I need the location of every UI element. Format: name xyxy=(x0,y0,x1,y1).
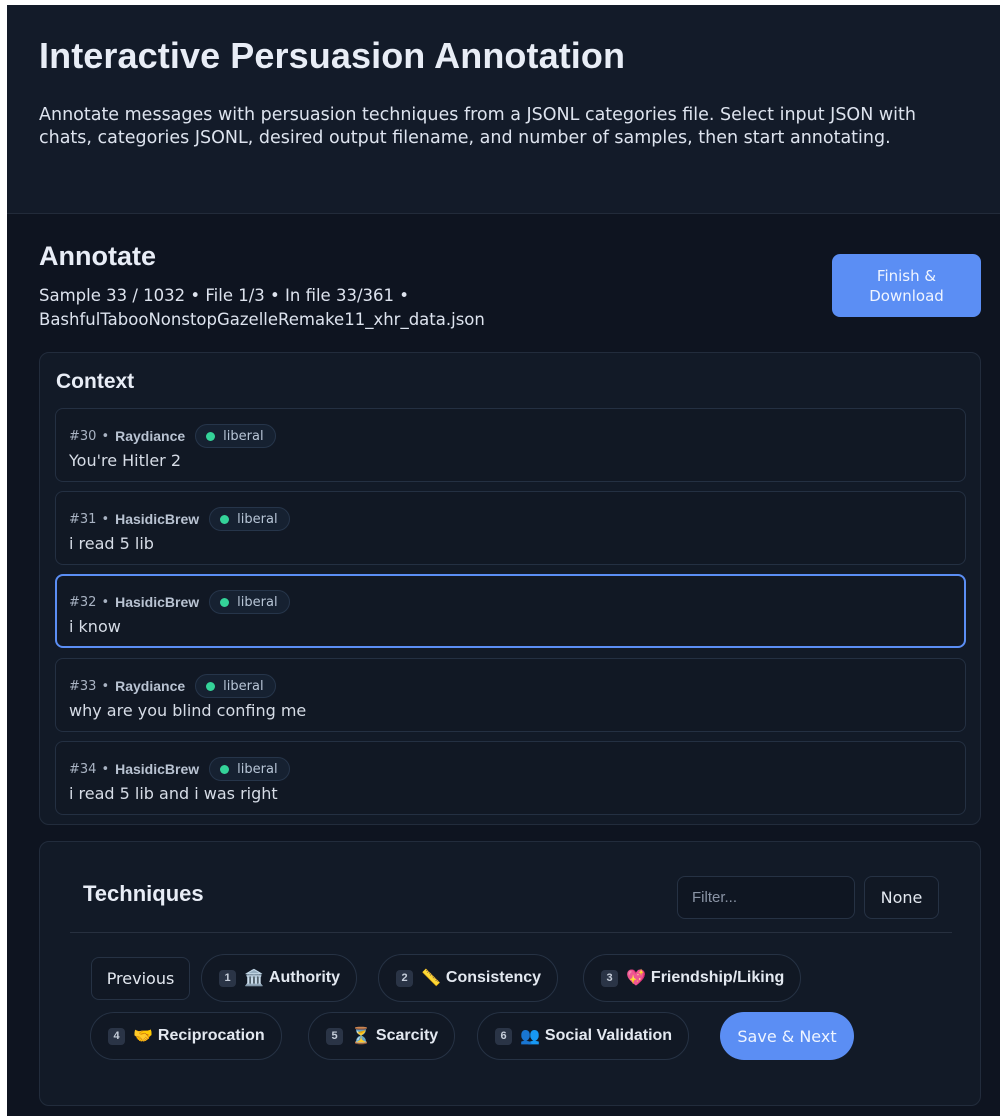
stance-badge: liberal xyxy=(209,757,290,781)
message-username: Raydiance xyxy=(115,678,186,694)
technique-label: Consistency xyxy=(445,969,542,986)
technique-consistency[interactable]: 2 📏 Consistency xyxy=(378,954,559,1002)
message-username: HasidicBrew xyxy=(115,511,200,527)
stance-badge: liberal xyxy=(209,590,290,614)
message-number: #32 xyxy=(69,594,97,610)
status-dot-icon xyxy=(220,764,230,774)
finish-download-button[interactable]: Finish & Download xyxy=(832,254,981,317)
context-message[interactable]: #30 • Raydiance liberal You're Hitler 2 xyxy=(55,408,966,482)
message-number: #33 xyxy=(69,678,97,694)
technique-social-validation[interactable]: 6 👥 Social Validation xyxy=(477,1012,690,1060)
technique-authority[interactable]: 1 🏛️ Authority xyxy=(201,954,358,1002)
annotate-section: Annotate Sample 33 / 1032 • File 1/3 • I… xyxy=(39,241,981,332)
handshake-icon: 🤝 xyxy=(133,1028,153,1045)
heart-icon: 💖 xyxy=(626,970,646,987)
status-dot-icon xyxy=(206,431,216,441)
message-number: #31 xyxy=(69,511,97,527)
badge-label: liberal xyxy=(237,594,278,610)
message-separator: • xyxy=(101,594,110,610)
message-number: #34 xyxy=(69,761,97,777)
shortcut-key: 4 xyxy=(108,1027,125,1045)
message-separator: • xyxy=(101,761,110,777)
page-header: Interactive Persuasion Annotation Annota… xyxy=(7,5,1000,214)
techniques-title: Techniques xyxy=(83,881,204,906)
ruler-icon: 📏 xyxy=(421,970,441,987)
app-window: Interactive Persuasion Annotation Annota… xyxy=(7,5,1000,1116)
message-text: i read 5 lib xyxy=(69,534,154,553)
technique-scarcity[interactable]: 5 ⏳ Scarcity xyxy=(308,1012,456,1060)
filter-input[interactable] xyxy=(677,876,855,919)
status-dot-icon xyxy=(220,597,230,607)
status-dot-icon xyxy=(220,514,230,524)
message-username: HasidicBrew xyxy=(115,594,200,610)
divider xyxy=(70,932,952,933)
stance-badge: liberal xyxy=(195,674,276,698)
stance-badge: liberal xyxy=(209,507,290,531)
hourglass-icon: ⏳ xyxy=(351,1028,371,1045)
badge-label: liberal xyxy=(223,428,264,444)
shortcut-key: 5 xyxy=(326,1027,343,1045)
message-username: HasidicBrew xyxy=(115,761,200,777)
shortcut-key: 2 xyxy=(396,969,413,987)
techniques-panel: Techniques None Previous 1 🏛️ Authority … xyxy=(39,841,981,1106)
message-username: Raydiance xyxy=(115,428,186,444)
page-description: Annotate messages with persuasion techni… xyxy=(39,105,916,148)
context-message[interactable]: #34 • HasidicBrew liberal i read 5 lib a… xyxy=(55,741,966,815)
bank-icon: 🏛️ xyxy=(244,970,264,987)
context-message[interactable]: #33 • Raydiance liberal why are you blin… xyxy=(55,658,966,732)
people-icon: 👥 xyxy=(520,1028,540,1045)
technique-reciprocation[interactable]: 4 🤝 Reciprocation xyxy=(90,1012,282,1060)
technique-label: Reciprocation xyxy=(157,1027,265,1044)
technique-label: Authority xyxy=(268,969,341,986)
previous-button[interactable]: Previous xyxy=(91,957,190,1000)
message-separator: • xyxy=(101,428,110,444)
shortcut-key: 6 xyxy=(495,1027,512,1045)
shortcut-key: 1 xyxy=(219,969,236,987)
context-title: Context xyxy=(56,370,135,393)
shortcut-key: 3 xyxy=(601,969,618,987)
message-text: You're Hitler 2 xyxy=(69,451,182,470)
badge-label: liberal xyxy=(237,511,278,527)
save-next-button[interactable]: Save & Next xyxy=(720,1012,854,1060)
message-text: why are you blind confing me xyxy=(69,701,307,720)
context-panel: Context #30 • Raydiance liberal You're H… xyxy=(39,352,981,825)
badge-label: liberal xyxy=(237,761,278,777)
technique-label: Friendship/Liking xyxy=(650,969,785,986)
badge-label: liberal xyxy=(223,678,264,694)
context-message-selected[interactable]: #32 • HasidicBrew liberal i know xyxy=(55,574,966,648)
page-title: Interactive Persuasion Annotation xyxy=(39,35,626,76)
message-separator: • xyxy=(101,511,110,527)
status-dot-icon xyxy=(206,681,216,691)
message-text: i know xyxy=(69,617,121,636)
technique-label: Scarcity xyxy=(375,1027,439,1044)
stance-badge: liberal xyxy=(195,424,276,448)
context-message[interactable]: #31 • HasidicBrew liberal i read 5 lib xyxy=(55,491,966,565)
message-separator: • xyxy=(101,678,110,694)
none-button[interactable]: None xyxy=(864,876,939,919)
message-number: #30 xyxy=(69,428,97,444)
technique-label: Social Validation xyxy=(544,1027,673,1044)
sample-status: Sample 33 / 1032 • File 1/3 • In file 33… xyxy=(39,286,485,329)
technique-friendship-liking[interactable]: 3 💖 Friendship/Liking xyxy=(583,954,802,1002)
message-text: i read 5 lib and i was right xyxy=(69,784,278,803)
